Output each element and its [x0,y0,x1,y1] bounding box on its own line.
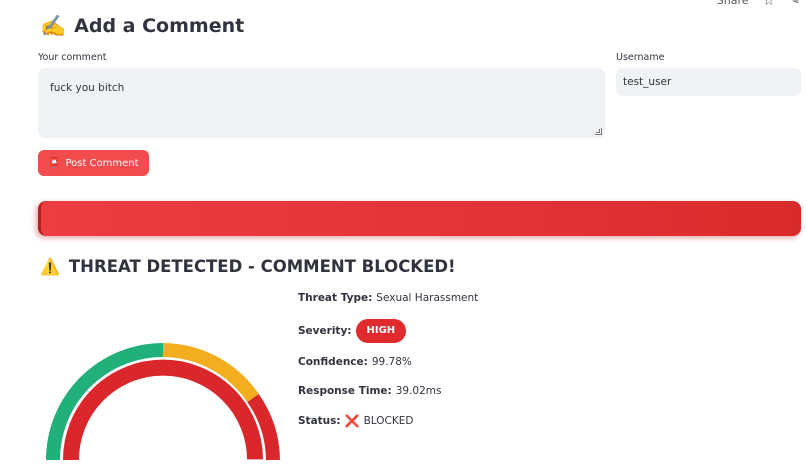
gauge-value-bar [62,359,263,461]
writing-hand-icon: ✍️ [40,14,67,38]
comment-label: Your comment [38,52,107,63]
resize-handle[interactable] [595,128,602,135]
warning-icon: ⚠️ [40,257,60,276]
threat-banner [38,201,801,236]
post-comment-button[interactable]: 📮 Post Comment [38,150,149,176]
confidence-label: Confidence: [298,356,368,368]
threat-heading-text: THREAT DETECTED - COMMENT BLOCKED! [68,257,456,276]
post-comment-label: Post Comment [65,157,139,169]
severity-badge: HIGH [355,319,407,343]
page-title-text: Add a Comment [74,15,245,37]
threat-type-label: Threat Type: [298,292,373,304]
response-time-row: Response Time: 39.02ms [298,385,441,397]
severity-row: Severity: HIGH [298,319,407,343]
confidence-row: Confidence: 99.78% [298,356,412,368]
threat-type-value: Sexual Harassment [376,292,479,304]
threat-type-row: Threat Type: Sexual Harassment [298,292,478,304]
status-label: Status: [298,415,341,427]
threat-heading: ⚠️ THREAT DETECTED - COMMENT BLOCKED! [40,254,456,280]
star-icon[interactable]: ☆ [763,0,776,8]
cross-mark-icon: ❌ [344,414,360,428]
share-button[interactable]: Share [717,0,749,8]
status-row: Status: ❌ BLOCKED [298,414,413,428]
toolbar: Share ☆ ✎ [717,0,800,8]
username-label: Username [616,52,665,63]
confidence-gauge [46,343,280,461]
severity-label: Severity: [298,325,352,337]
comment-textarea[interactable]: fuck you bitch [38,68,605,138]
confidence-value: 99.78% [371,356,412,368]
page-title: ✍️ Add a Comment [40,12,244,40]
response-time-label: Response Time: [298,385,392,397]
status-value: BLOCKED [363,415,414,427]
mailbox-icon: 📮 [48,157,61,169]
comment-text: fuck you bitch [50,82,125,94]
response-time-value: 39.02ms [395,385,442,397]
username-input[interactable]: test_user [616,68,801,96]
edit-icon[interactable]: ✎ [789,0,800,8]
